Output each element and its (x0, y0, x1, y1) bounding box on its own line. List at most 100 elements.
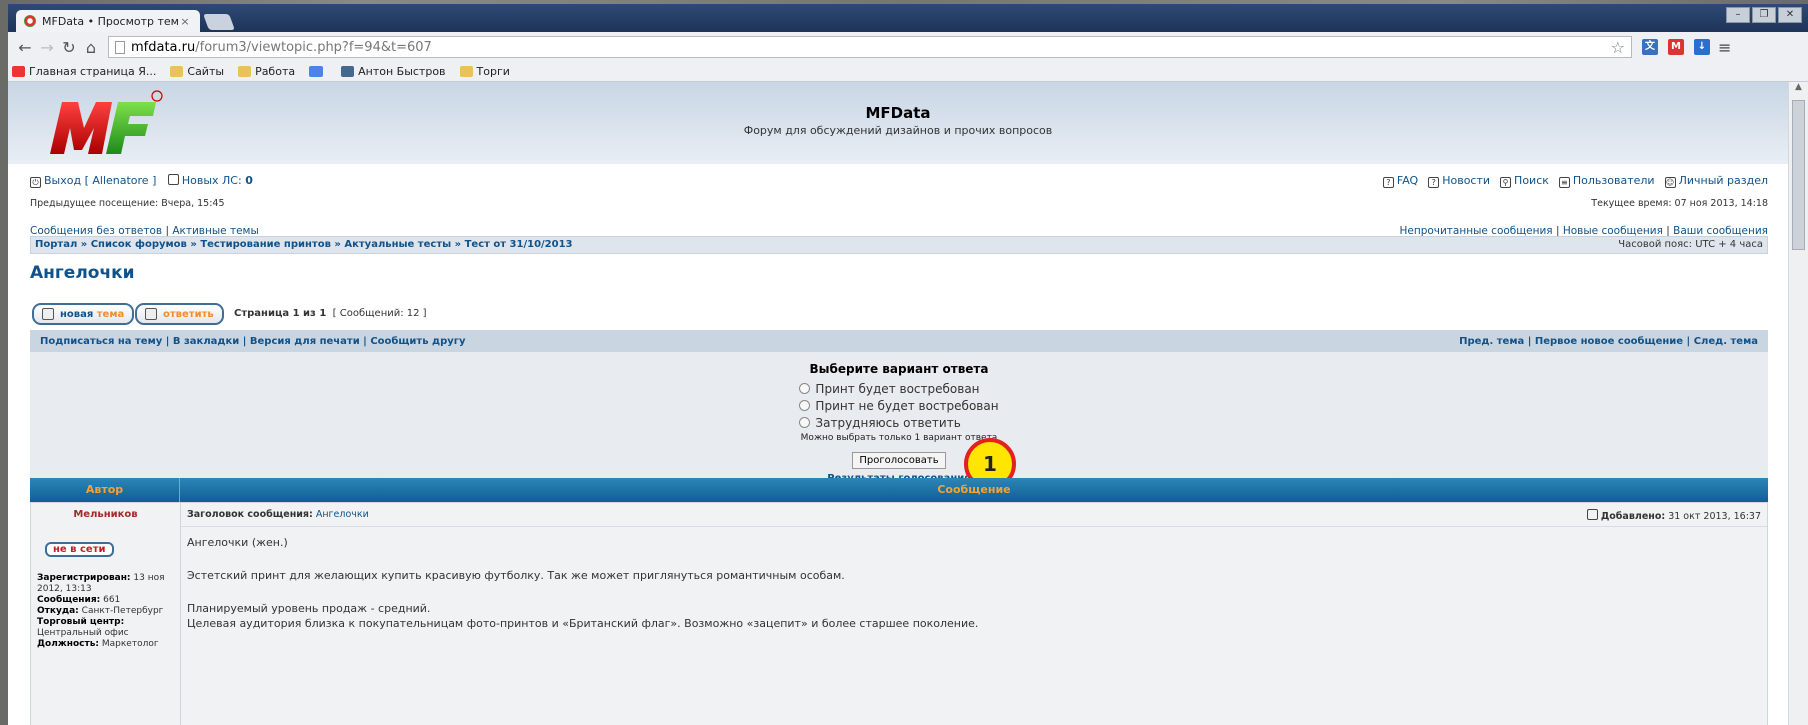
poll-option-label: Затрудняюсь ответить (815, 415, 961, 430)
logout-link[interactable]: Выход [ Allenatore ] (44, 174, 156, 187)
radio-icon[interactable] (799, 417, 811, 428)
tab-strip: MFData • Просмотр темы × – ❐ ✕ (8, 4, 1808, 32)
poll-question: Выберите вариант ответа (809, 362, 989, 376)
browser-window: MFData • Просмотр темы × – ❐ ✕ ← → ↻ ⌂ m… (8, 4, 1808, 725)
post-line: Ангелочки (жен.) (187, 536, 288, 549)
new-tab-button[interactable] (203, 14, 235, 30)
bookmark-star-icon[interactable]: ☆ (1611, 38, 1625, 57)
close-window-button[interactable]: ✕ (1778, 7, 1802, 23)
post-line: Планируемый уровень продаж - средний. (187, 602, 431, 615)
bookmark-yandex[interactable]: Главная страница Я... (12, 65, 156, 78)
pagination: Страница 1 из 1 [ Сообщений: 12 ] (234, 308, 427, 319)
post-author-panel: Мельников не в сети Зарегистрирован: 13 … (31, 503, 181, 725)
new-topic-label-b: тема (96, 308, 125, 320)
pm-label[interactable]: Новых ЛС: (182, 174, 242, 187)
web-page: MFData Форум для обсуждений дизайнов и п… (8, 82, 1788, 725)
gmail-extension-icon[interactable]: M (1668, 39, 1684, 55)
scrollbar-thumb[interactable] (1792, 100, 1805, 250)
post-header: Заголовок сообщения: Ангелочки Добавлено… (181, 503, 1767, 527)
added-label: Добавлено: (1600, 511, 1666, 522)
logout-icon: ⏻ (30, 177, 41, 188)
reply-label: ответить (163, 308, 214, 320)
current-time: Текущее время: 07 ноя 2013, 14:18 (1591, 198, 1768, 209)
bookmark-anton[interactable]: Антон Быстров (341, 65, 446, 78)
topic-navigation[interactable]: Пред. тема | Первое новое сообщение | Сл… (1459, 336, 1758, 347)
members-link[interactable]: ≡ Пользователи (1558, 174, 1655, 188)
breadcrumb: Портал » Список форумов » Тестирование п… (30, 236, 1768, 254)
radio-icon[interactable] (799, 383, 811, 394)
post-subject[interactable]: Ангелочки (316, 509, 369, 520)
url-path: /forum3/viewtopic.php?f=94&t=607 (195, 39, 432, 55)
tab-close-icon[interactable]: × (178, 15, 192, 28)
poll-option[interactable]: Затрудняюсь ответить (799, 414, 998, 431)
maximize-button[interactable]: ❐ (1752, 7, 1776, 23)
post: Мельников не в сети Зарегистрирован: 13 … (30, 502, 1768, 725)
members-label: Пользователи (1572, 174, 1655, 187)
reply-icon (145, 308, 157, 320)
tab-title: MFData • Просмотр темы (42, 14, 178, 28)
site-title: MFData (865, 104, 931, 122)
folder-icon (170, 66, 184, 77)
extensions: 文 M ↓ (1642, 39, 1710, 55)
site-header: MFData Форум для обсуждений дизайнов и п… (8, 82, 1788, 164)
posts-table-header: Автор Сообщение (30, 478, 1768, 502)
bookmark-google[interactable] (309, 66, 327, 77)
poll-panel: Выберите вариант ответа Принт будет вост… (30, 352, 1768, 484)
poll-option[interactable]: Принт будет востребован (799, 380, 998, 397)
news-label: Новости (1442, 174, 1491, 187)
radio-icon[interactable] (799, 400, 811, 411)
vertical-scrollbar[interactable]: ▲ (1788, 82, 1808, 725)
breadcrumb-testing[interactable]: Тестирование принтов (200, 239, 331, 251)
folder-icon (459, 66, 473, 77)
scroll-up-icon[interactable]: ▲ (1789, 82, 1808, 98)
back-icon[interactable]: ← (14, 38, 36, 57)
page-icon (115, 40, 125, 54)
post-icon[interactable] (1586, 509, 1598, 520)
vote-button[interactable]: Проголосовать (852, 452, 946, 469)
search-link[interactable]: ⚲ Поиск (1500, 174, 1549, 188)
browser-tab[interactable]: MFData • Просмотр темы × (16, 10, 200, 32)
breadcrumb-forums[interactable]: Список форумов (91, 239, 187, 251)
reload-icon[interactable]: ↻ (58, 38, 80, 57)
home-icon[interactable]: ⌂ (80, 38, 102, 57)
forward-icon[interactable]: → (36, 38, 58, 57)
url-host: mfdata.ru (131, 39, 196, 55)
post-author[interactable]: Мельников (37, 509, 174, 520)
message-column-header: Сообщение (937, 483, 1011, 496)
topic-title[interactable]: Ангелочки (30, 263, 135, 283)
from-value: Санкт-Петербург (81, 606, 164, 616)
post-line: Целевая аудитория близка к покупательниц… (187, 617, 979, 630)
breadcrumb-portal[interactable]: Портал (35, 239, 77, 251)
download-extension-icon[interactable]: ↓ (1694, 39, 1710, 55)
bookmark-torgi[interactable]: Торги (459, 65, 510, 78)
breadcrumb-current-tests[interactable]: Актуальные тесты (344, 239, 451, 251)
timezone: Часовой пояс: UTC + 4 часа (1618, 239, 1763, 250)
posts-value: 661 (103, 595, 121, 605)
poll-option[interactable]: Принт не будет востребован (799, 397, 999, 414)
folder-icon (238, 66, 252, 77)
post-line: Эстетский принт для желающих купить крас… (187, 569, 845, 582)
reply-button[interactable]: ответить (135, 303, 224, 325)
faq-link[interactable]: ? FAQ (1382, 174, 1418, 188)
pm-count[interactable]: 0 (245, 174, 253, 187)
bookmark-work[interactable]: Работа (238, 65, 295, 78)
minimize-button[interactable]: – (1726, 7, 1750, 23)
topic-toolbar: Подписаться на тему | В закладки | Верси… (30, 330, 1768, 352)
bookmark-label: Антон Быстров (358, 65, 446, 78)
position-label: Должность: (37, 639, 99, 649)
ucp-link[interactable]: ☺ Личный раздел (1664, 174, 1768, 188)
topic-actions[interactable]: Подписаться на тему | В закладки | Верси… (40, 336, 466, 347)
site-favicon-icon (24, 15, 36, 27)
bookmark-sites[interactable]: Сайты (170, 65, 224, 78)
post-body: Ангелочки (жен.) Эстетский принт для жел… (181, 527, 1767, 639)
address-bar[interactable]: mfdata.ru /forum3/viewtopic.php?f=94&t=6… (108, 36, 1632, 58)
poll-note: Можно выбрать только 1 вариант ответа (800, 433, 998, 443)
breadcrumb-test[interactable]: Тест от 31/10/2013 (465, 239, 573, 251)
bookmark-label: Сайты (187, 65, 225, 78)
browser-menu-icon[interactable]: ≡ (1718, 38, 1731, 57)
translate-extension-icon[interactable]: 文 (1642, 39, 1658, 55)
news-link[interactable]: ? Новости (1428, 174, 1490, 188)
page-info: Страница 1 из 1 (234, 308, 327, 319)
bookmark-label: Торги (476, 65, 510, 78)
new-topic-button[interactable]: новая тема (32, 303, 135, 325)
